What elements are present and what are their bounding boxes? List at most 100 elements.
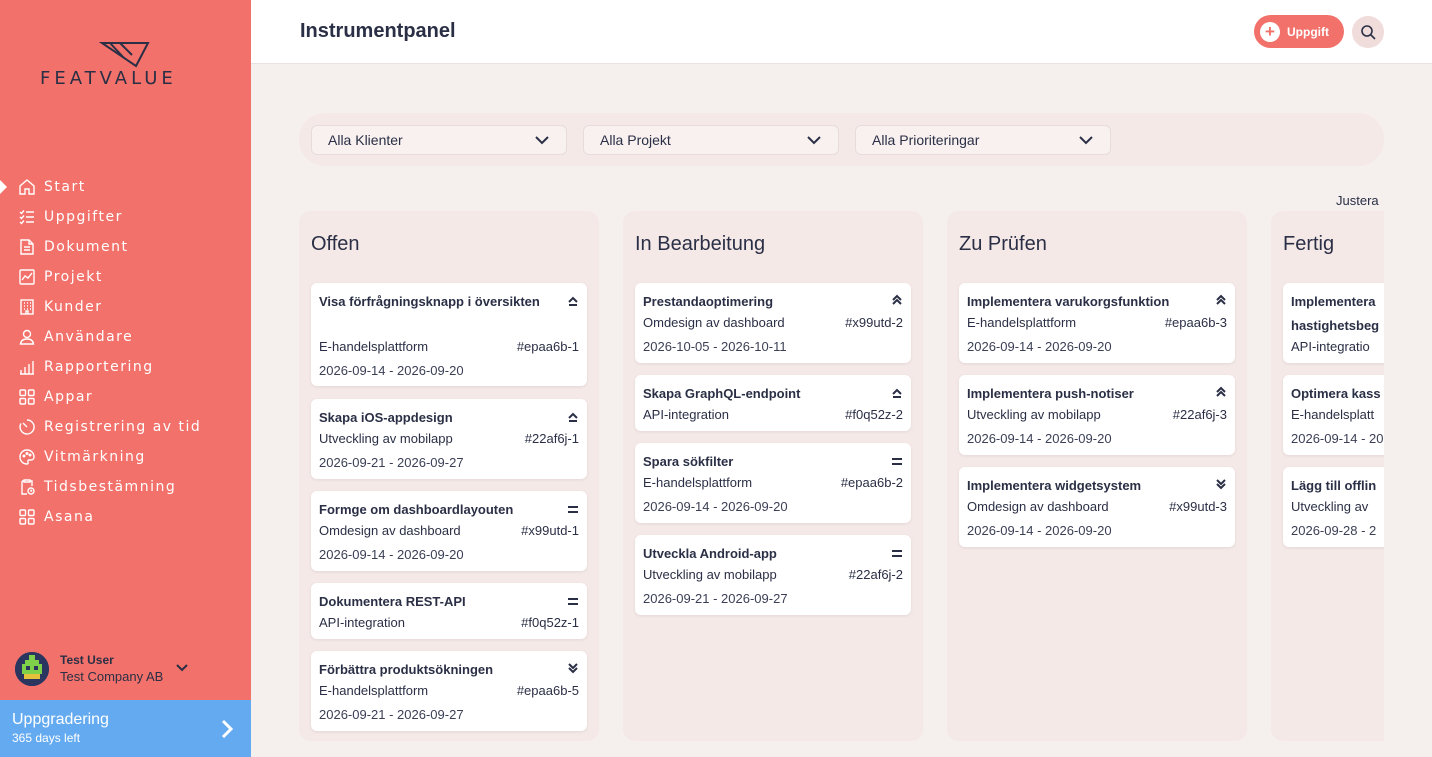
task-meta: Utveckling av mobilapp #22af6j-2 xyxy=(643,567,903,585)
task-code: #22af6j-3 xyxy=(1172,407,1227,422)
priority-filter[interactable]: Alla Prioriteringar xyxy=(855,125,1111,155)
checklist-icon xyxy=(18,208,36,226)
task-title: Spara sökfilter xyxy=(643,454,734,469)
task-card[interactable]: Formge om dashboardlayouten Omdesign av … xyxy=(311,491,587,571)
user-menu[interactable]: Test User Test Company AB xyxy=(15,652,235,688)
priority-highest-icon xyxy=(1215,385,1227,403)
chart-icon xyxy=(18,268,36,286)
priority-high-icon xyxy=(567,293,579,311)
task-project: E-handelsplattform xyxy=(319,683,429,698)
sidebar-item-label: Användare xyxy=(44,329,134,345)
client-filter[interactable]: Alla Klienter xyxy=(311,125,567,155)
sidebar: FEATVALUE Start Uppgifter Dokument Proje… xyxy=(0,0,251,757)
task-dates: 2026-09-14 - 2026-09-20 xyxy=(967,523,1112,538)
project-filter-label: Alla Projekt xyxy=(600,132,671,148)
sidebar-item-vitmarkning[interactable]: Vitmärkning xyxy=(0,442,251,472)
task-project: Utveckling av mobilapp xyxy=(643,567,777,582)
task-title: Optimera kass xyxy=(1291,386,1381,401)
priority-medium-icon xyxy=(891,545,903,563)
task-card[interactable]: Implementera varukorgsfunktion E-handels… xyxy=(959,283,1235,363)
task-title: Dokumentera REST-API xyxy=(319,594,466,609)
task-meta: API-integration #f0q52z-1 xyxy=(319,615,579,633)
task-card[interactable]: Prestandaoptimering Omdesign av dashboar… xyxy=(635,283,911,363)
task-code: #epaa6b-3 xyxy=(1164,315,1227,330)
priority-high-icon xyxy=(567,409,579,427)
sidebar-item-registrering[interactable]: Registrering av tid xyxy=(0,412,251,442)
task-dates: 2026-09-14 - 2026-09-20 xyxy=(967,339,1112,354)
task-meta: E-handelsplatt xyxy=(1291,407,1384,425)
column-title: Fertig xyxy=(1283,233,1335,255)
task-card[interactable]: Förbättra produktsökningen E-handelsplat… xyxy=(311,651,587,731)
task-card[interactable]: Lägg till offlin Utveckling av 2026-09-2… xyxy=(1283,467,1384,547)
user-name: Test User xyxy=(60,653,114,667)
task-code: #22af6j-2 xyxy=(848,567,903,582)
building-icon xyxy=(18,298,36,316)
task-card[interactable]: Skapa GraphQL-endpoint API-integration #… xyxy=(635,375,911,431)
task-meta: Omdesign av dashboard #x99utd-2 xyxy=(643,315,903,333)
sidebar-item-label: Start xyxy=(44,179,86,195)
sidebar-item-asana[interactable]: Asana xyxy=(0,502,251,532)
upgrade-banner[interactable]: Uppgradering 365 days left xyxy=(0,700,251,757)
task-dates: 2026-09-21 - 2026-09-27 xyxy=(643,591,788,606)
task-project: API-integratio xyxy=(1291,339,1370,354)
task-meta: Omdesign av dashboard #x99utd-1 xyxy=(319,523,579,541)
task-dates: 2026-10-05 - 2026-10-11 xyxy=(643,339,787,354)
page-title: Instrumentpanel xyxy=(300,20,456,42)
add-task-button[interactable]: + Uppgift xyxy=(1254,15,1344,48)
sidebar-item-appar[interactable]: Appar xyxy=(0,382,251,412)
sidebar-item-label: Uppgifter xyxy=(44,209,123,225)
task-meta: Utveckling av mobilapp #22af6j-1 xyxy=(319,431,579,449)
task-code: #x99utd-1 xyxy=(521,523,579,538)
task-meta: API-integratio xyxy=(1291,339,1384,357)
avatar xyxy=(15,652,49,686)
task-card[interactable]: Spara sökfilter E-handelsplattform #epaa… xyxy=(635,443,911,523)
sidebar-item-rapportering[interactable]: Rapportering xyxy=(0,352,251,382)
plus-icon: + xyxy=(1260,21,1280,42)
task-card[interactable]: Visa förfrågningsknapp i översikten E-ha… xyxy=(311,283,587,386)
task-code: #epaa6b-2 xyxy=(840,475,903,490)
sidebar-item-start[interactable]: Start xyxy=(0,172,251,202)
sidebar-item-uppgifter[interactable]: Uppgifter xyxy=(0,202,251,232)
task-meta: E-handelsplattform #epaa6b-1 xyxy=(319,339,579,357)
task-card[interactable]: Skapa iOS-appdesign Utveckling av mobila… xyxy=(311,399,587,479)
task-title: Implementera widgetsystem xyxy=(967,478,1142,493)
sidebar-item-tidsbestamning[interactable]: Tidsbestämning xyxy=(0,472,251,502)
task-project: API-integration xyxy=(643,407,729,422)
chevron-down-icon xyxy=(535,136,549,145)
task-meta: Utveckling av mobilapp #22af6j-3 xyxy=(967,407,1227,425)
task-dates: 2026-09-28 - 2 xyxy=(1291,523,1377,538)
sidebar-item-label: Tidsbestämning xyxy=(44,479,177,495)
task-card[interactable]: Implementera hastighetsbeg API-integrati… xyxy=(1283,283,1384,363)
task-code: #22af6j-1 xyxy=(524,431,579,446)
task-title: Implementera varukorgsfunktion xyxy=(967,294,1170,309)
sidebar-item-projekt[interactable]: Projekt xyxy=(0,262,251,292)
task-project: Omdesign av dashboard xyxy=(643,315,785,330)
task-title: Visa förfrågningsknapp i översikten xyxy=(319,294,540,309)
column-in-bearbeitung: In Bearbeitung Prestandaoptimering Omdes… xyxy=(623,211,923,741)
task-title: Formge om dashboardlayouten xyxy=(319,502,514,517)
timer-icon xyxy=(18,418,36,436)
sidebar-item-kunder[interactable]: Kunder xyxy=(0,292,251,322)
chevron-down-icon[interactable] xyxy=(175,660,189,678)
task-card[interactable]: Dokumentera REST-API API-integration #f0… xyxy=(311,583,587,639)
task-card[interactable]: Implementera push-notiser Utveckling av … xyxy=(959,375,1235,455)
task-card[interactable]: Utveckla Android-app Utveckling av mobil… xyxy=(635,535,911,615)
featvalue-logo[interactable]: FEATVALUE xyxy=(40,40,215,90)
task-card[interactable]: Optimera kass E-handelsplatt 2026-09-14 … xyxy=(1283,375,1384,455)
project-filter[interactable]: Alla Projekt xyxy=(583,125,839,155)
sidebar-item-dokument[interactable]: Dokument xyxy=(0,232,251,262)
task-dates: 2026-09-14 - 2026-09-20 xyxy=(319,363,464,378)
priority-lowest-icon xyxy=(567,661,579,679)
task-title: Skapa iOS-appdesign xyxy=(319,410,453,425)
adjust-link[interactable]: Justera xyxy=(1336,193,1379,208)
chevron-down-icon xyxy=(1079,136,1093,145)
task-project: E-handelsplattform xyxy=(643,475,753,490)
task-dates: 2026-09-14 - 2026-09-20 xyxy=(319,547,464,562)
chevron-right-icon xyxy=(218,718,236,745)
task-project: Utveckling av mobilapp xyxy=(319,431,453,446)
sidebar-item-label: Projekt xyxy=(44,269,103,285)
sidebar-item-label: Dokument xyxy=(44,239,129,255)
sidebar-item-anvandare[interactable]: Användare xyxy=(0,322,251,352)
task-card[interactable]: Implementera widgetsystem Omdesign av da… xyxy=(959,467,1235,547)
search-button[interactable] xyxy=(1352,16,1384,48)
